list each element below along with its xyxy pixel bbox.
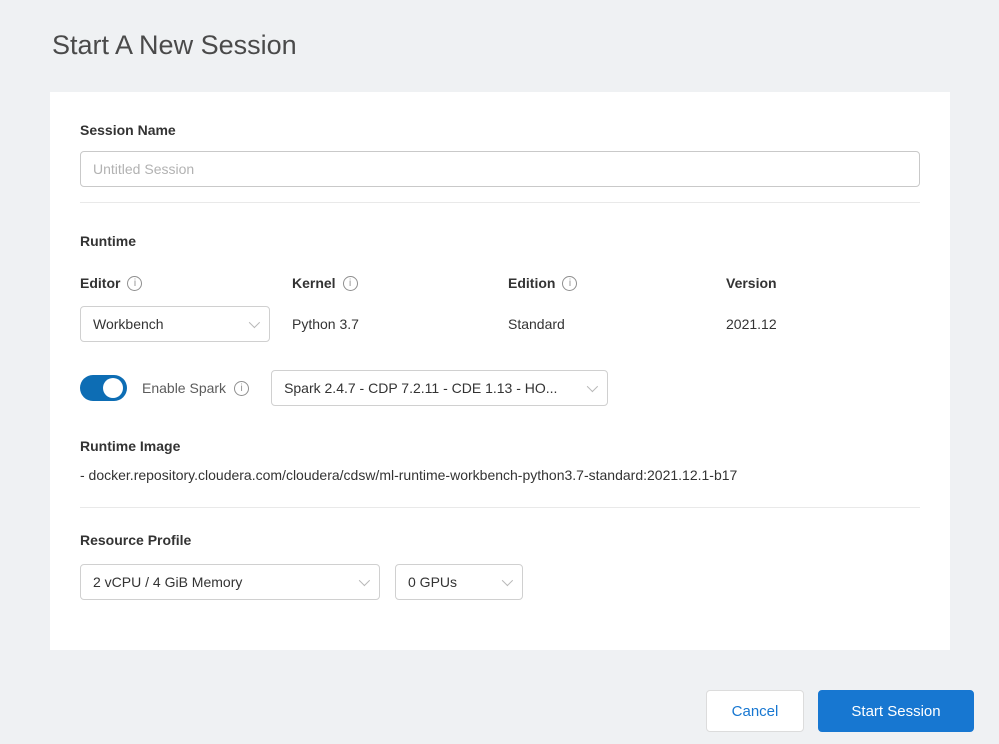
gpu-select[interactable]: 0 GPUs [395, 564, 523, 600]
version-value: 2021.12 [726, 316, 777, 332]
resource-profile-row: 2 vCPU / 4 GiB Memory 0 GPUs [80, 564, 920, 600]
version-column: Version 2021.12 [726, 275, 920, 342]
cancel-button[interactable]: Cancel [706, 690, 804, 732]
info-icon[interactable]: i [127, 275, 143, 291]
cpu-memory-select[interactable]: 2 vCPU / 4 GiB Memory [80, 564, 380, 600]
info-icon[interactable]: i [562, 275, 578, 291]
divider [80, 202, 920, 203]
spark-version-select[interactable]: Spark 2.4.7 - CDP 7.2.11 - CDE 1.13 - HO… [271, 370, 609, 406]
info-icon[interactable]: i [342, 275, 358, 291]
editor-selected-value: Workbench [93, 316, 164, 332]
kernel-label: Kernel [292, 275, 336, 291]
chevron-down-icon [248, 316, 261, 329]
runtime-section-label: Runtime [80, 233, 136, 249]
editor-column: Editor i Workbench [80, 275, 292, 342]
editor-select[interactable]: Workbench [80, 306, 270, 342]
divider [80, 507, 920, 508]
kernel-value: Python 3.7 [292, 316, 359, 332]
resource-profile-label: Resource Profile [80, 532, 192, 548]
spark-version-selected-value: Spark 2.4.7 - CDP 7.2.11 - CDE 1.13 - HO… [284, 380, 558, 396]
editor-label: Editor [80, 275, 121, 291]
edition-column: Edition i Standard [508, 275, 726, 342]
version-label: Version [726, 275, 777, 291]
start-session-button[interactable]: Start Session [818, 690, 974, 732]
session-name-label: Session Name [80, 122, 176, 138]
gpu-selected-value: 0 GPUs [408, 574, 458, 590]
toggle-knob [103, 378, 123, 398]
info-icon[interactable]: i [234, 380, 250, 396]
page-title: Start A New Session [52, 30, 297, 60]
runtime-columns: Editor i Workbench Kernel i Python 3.7 E… [80, 275, 920, 342]
runtime-image-value: - docker.repository.cloudera.com/clouder… [80, 467, 738, 483]
chevron-down-icon [586, 380, 599, 393]
footer-actions: Cancel Start Session [706, 690, 974, 732]
runtime-image-label: Runtime Image [80, 438, 181, 454]
new-session-form-card: Session Name Runtime Editor i Workbench … [50, 92, 950, 650]
spark-row: Enable Spark i Spark 2.4.7 - CDP 7.2.11 … [80, 370, 920, 406]
chevron-down-icon [501, 574, 514, 587]
edition-label: Edition [508, 275, 556, 291]
chevron-down-icon [358, 574, 371, 587]
enable-spark-label: Enable Spark [142, 380, 227, 396]
kernel-column: Kernel i Python 3.7 [292, 275, 508, 342]
session-name-input[interactable] [80, 151, 920, 187]
enable-spark-toggle[interactable] [80, 375, 127, 401]
edition-value: Standard [508, 316, 565, 332]
cpu-memory-selected-value: 2 vCPU / 4 GiB Memory [93, 574, 243, 590]
